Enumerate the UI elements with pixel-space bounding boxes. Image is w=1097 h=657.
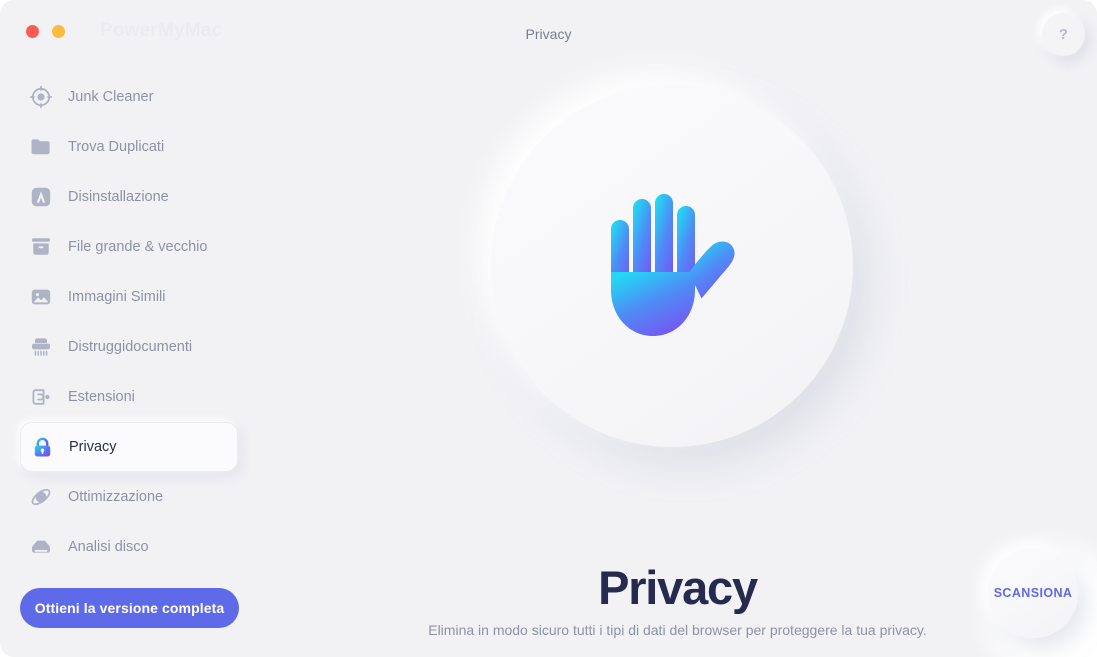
sidebar-item-ottimizzazione[interactable]: Ottimizzazione <box>20 472 238 522</box>
help-button[interactable]: ? <box>1042 13 1085 56</box>
sidebar-item-label: Ottimizzazione <box>68 489 164 505</box>
hero-illustration-circle <box>491 85 853 447</box>
sidebar-item-disinstallazione[interactable]: Disinstallazione <box>20 172 238 222</box>
sidebar-item-estensioni[interactable]: Estensioni <box>20 372 238 422</box>
scan-button[interactable]: SCANSIONA <box>988 548 1078 638</box>
sidebar-item-privacy[interactable]: Privacy <box>20 422 238 472</box>
sidebar-item-label: Junk Cleaner <box>68 89 154 105</box>
sidebar-item-label: Distruggidocumenti <box>68 339 193 355</box>
sidebar-item-analisi-disco[interactable]: Analisi disco <box>20 522 238 572</box>
raised-hand-icon <box>597 186 747 346</box>
sidebar-nav: Junk Cleaner Trova Duplicati Disinstalla… <box>0 72 258 572</box>
disk-icon <box>28 534 54 560</box>
sidebar-item-label: Disinstallazione <box>68 189 169 205</box>
sidebar-item-label: Immagini Simili <box>68 289 166 305</box>
plug-icon <box>28 384 54 410</box>
get-full-version-button[interactable]: Ottieni la versione completa <box>20 588 239 628</box>
folder-icon <box>28 134 54 160</box>
sidebar-item-label: Trova Duplicati <box>68 139 165 155</box>
photo-icon <box>28 284 54 310</box>
sidebar-item-distruggidocumenti[interactable]: Distruggidocumenti <box>20 322 238 372</box>
optimize-icon <box>28 484 54 510</box>
junk-cleaner-icon <box>28 84 54 110</box>
app-window: PowerMyMac Privacy ? Junk Cleaner Trova … <box>0 0 1097 657</box>
app-uninstall-icon <box>28 184 54 210</box>
lock-icon <box>29 434 55 460</box>
titlebar: PowerMyMac Privacy ? <box>0 0 1097 64</box>
window-title: Privacy <box>525 26 572 42</box>
sidebar-item-label: Estensioni <box>68 389 135 405</box>
main-content: Privacy Elimina in modo sicuro tutti i t… <box>258 64 1097 657</box>
sidebar-item-file-grande-vecchio[interactable]: File grande & vecchio <box>20 222 238 272</box>
sidebar-item-junk-cleaner[interactable]: Junk Cleaner <box>20 72 238 122</box>
archive-box-icon <box>28 234 54 260</box>
sidebar-item-immagini-simili[interactable]: Immagini Simili <box>20 272 238 322</box>
sidebar-item-label: File grande & vecchio <box>68 239 208 255</box>
sidebar-item-label: Analisi disco <box>68 539 149 555</box>
sidebar: Junk Cleaner Trova Duplicati Disinstalla… <box>0 64 258 657</box>
sidebar-item-label: Privacy <box>69 439 117 455</box>
shredder-icon <box>28 334 54 360</box>
sidebar-item-trova-duplicati[interactable]: Trova Duplicati <box>20 122 238 172</box>
question-mark-icon: ? <box>1058 26 1069 43</box>
